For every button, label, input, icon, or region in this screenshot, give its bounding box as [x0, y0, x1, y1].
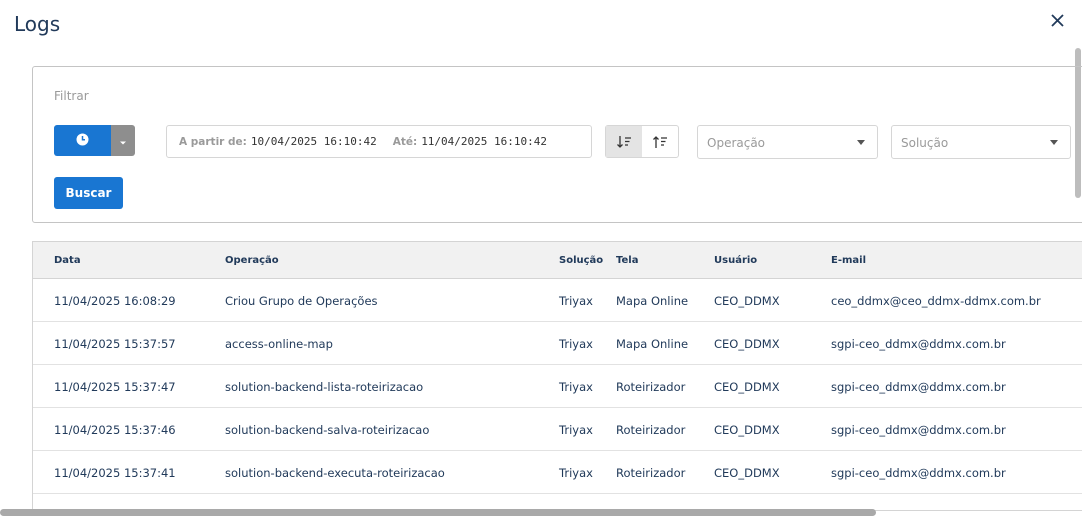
cell-operacao: access-online-map [225, 337, 333, 351]
cell-solucao: Triyax [559, 294, 593, 308]
date-range-input[interactable]: A partir de: 10/04/2025 16:10:42 Até: 11… [166, 125, 592, 158]
to-value[interactable]: 11/04/2025 16:10:42 [421, 135, 547, 148]
clock-icon [76, 131, 89, 150]
cell-operacao: solution-backend-executa-roteirizacao [225, 466, 445, 480]
cell-usuario: CEO_DDMX [714, 337, 780, 351]
operation-placeholder: Operação [707, 136, 766, 150]
column-header-usuario[interactable]: Usuário [714, 255, 757, 266]
caret-down-icon [119, 131, 127, 150]
cell-usuario: CEO_DDMX [714, 380, 780, 394]
table-row[interactable]: 11/04/2025 16:08:29 Criou Grupo de Opera… [33, 279, 1082, 322]
chevron-down-icon [1050, 140, 1058, 145]
sort-ascending-icon[interactable] [642, 126, 678, 157]
cell-solucao: Triyax [559, 466, 593, 480]
time-range-button[interactable] [54, 125, 111, 156]
cell-usuario: CEO_DDMX [714, 466, 780, 480]
column-header-data[interactable]: Data [54, 255, 81, 266]
cell-solucao: Triyax [559, 423, 593, 437]
cell-tela: Roteirizador [616, 466, 686, 480]
cell-tela: Roteirizador [616, 380, 686, 394]
cell-tela: Roteirizador [616, 423, 686, 437]
cell-email: sgpi-ceo_ddmx@ddmx.com.br [831, 423, 1006, 437]
cell-data: 11/04/2025 15:37:41 [54, 466, 176, 480]
table-row[interactable]: 11/04/2025 15:37:57 access-online-map Tr… [33, 322, 1082, 365]
cell-data: 11/04/2025 15:37:47 [54, 380, 176, 394]
solution-select[interactable]: Solução [891, 125, 1071, 159]
cell-solucao: Triyax [559, 380, 593, 394]
table-row[interactable]: 11/04/2025 15:37:41 solution-backend-exe… [33, 451, 1082, 494]
column-header-solucao[interactable]: Solução [559, 255, 603, 266]
cell-email: ceo_ddmx@ceo_ddmx-ddmx.com.br [831, 294, 1041, 308]
cell-operacao: solution-backend-salva-roteirizacao [225, 423, 430, 437]
cell-data: 11/04/2025 15:37:46 [54, 423, 176, 437]
dialog-title: Logs [14, 12, 61, 36]
cell-data: 11/04/2025 16:08:29 [54, 294, 176, 308]
cell-tela: Mapa Online [616, 337, 689, 351]
column-header-email[interactable]: E-mail [831, 255, 866, 266]
cell-usuario: CEO_DDMX [714, 294, 780, 308]
cell-tela: Mapa Online [616, 294, 689, 308]
sort-toggle-group [605, 125, 679, 158]
table-row[interactable]: 11/04/2025 15:37:47 solution-backend-lis… [33, 365, 1082, 408]
operation-select[interactable]: Operação [697, 125, 878, 159]
cell-email: sgpi-ceo_ddmx@ddmx.com.br [831, 337, 1006, 351]
chevron-down-icon [857, 140, 865, 145]
table-row[interactable]: 11/04/2025 15:37:46 solution-backend-sal… [33, 408, 1082, 451]
cell-solucao: Triyax [559, 337, 593, 351]
to-label: Até [392, 135, 413, 148]
cell-data: 11/04/2025 15:37:57 [54, 337, 176, 351]
logs-table: Data Operação Solução Tela Usuário E-mai… [32, 241, 1082, 511]
cell-email: sgpi-ceo_ddmx@ddmx.com.br [831, 380, 1006, 394]
close-icon[interactable] [1049, 10, 1067, 32]
filter-label: Filtrar [54, 89, 89, 103]
cell-operacao: Criou Grupo de Operações [225, 294, 378, 308]
solution-placeholder: Solução [901, 136, 949, 150]
sort-descending-icon[interactable] [606, 126, 642, 157]
time-range-dropdown-button[interactable] [111, 125, 135, 156]
table-header: Data Operação Solução Tela Usuário E-mai… [33, 242, 1082, 279]
column-header-tela[interactable]: Tela [616, 255, 638, 266]
horizontal-scrollbar[interactable] [0, 509, 876, 516]
cell-email: sgpi-ceo_ddmx@ddmx.com.br [831, 466, 1006, 480]
cell-operacao: solution-backend-lista-roteirizacao [225, 380, 424, 394]
cell-usuario: CEO_DDMX [714, 423, 780, 437]
from-label: A partir de [179, 135, 243, 148]
from-value[interactable]: 10/04/2025 16:10:42 [251, 135, 377, 148]
search-button[interactable]: Buscar [54, 177, 123, 209]
column-header-operacao[interactable]: Operação [225, 255, 279, 266]
